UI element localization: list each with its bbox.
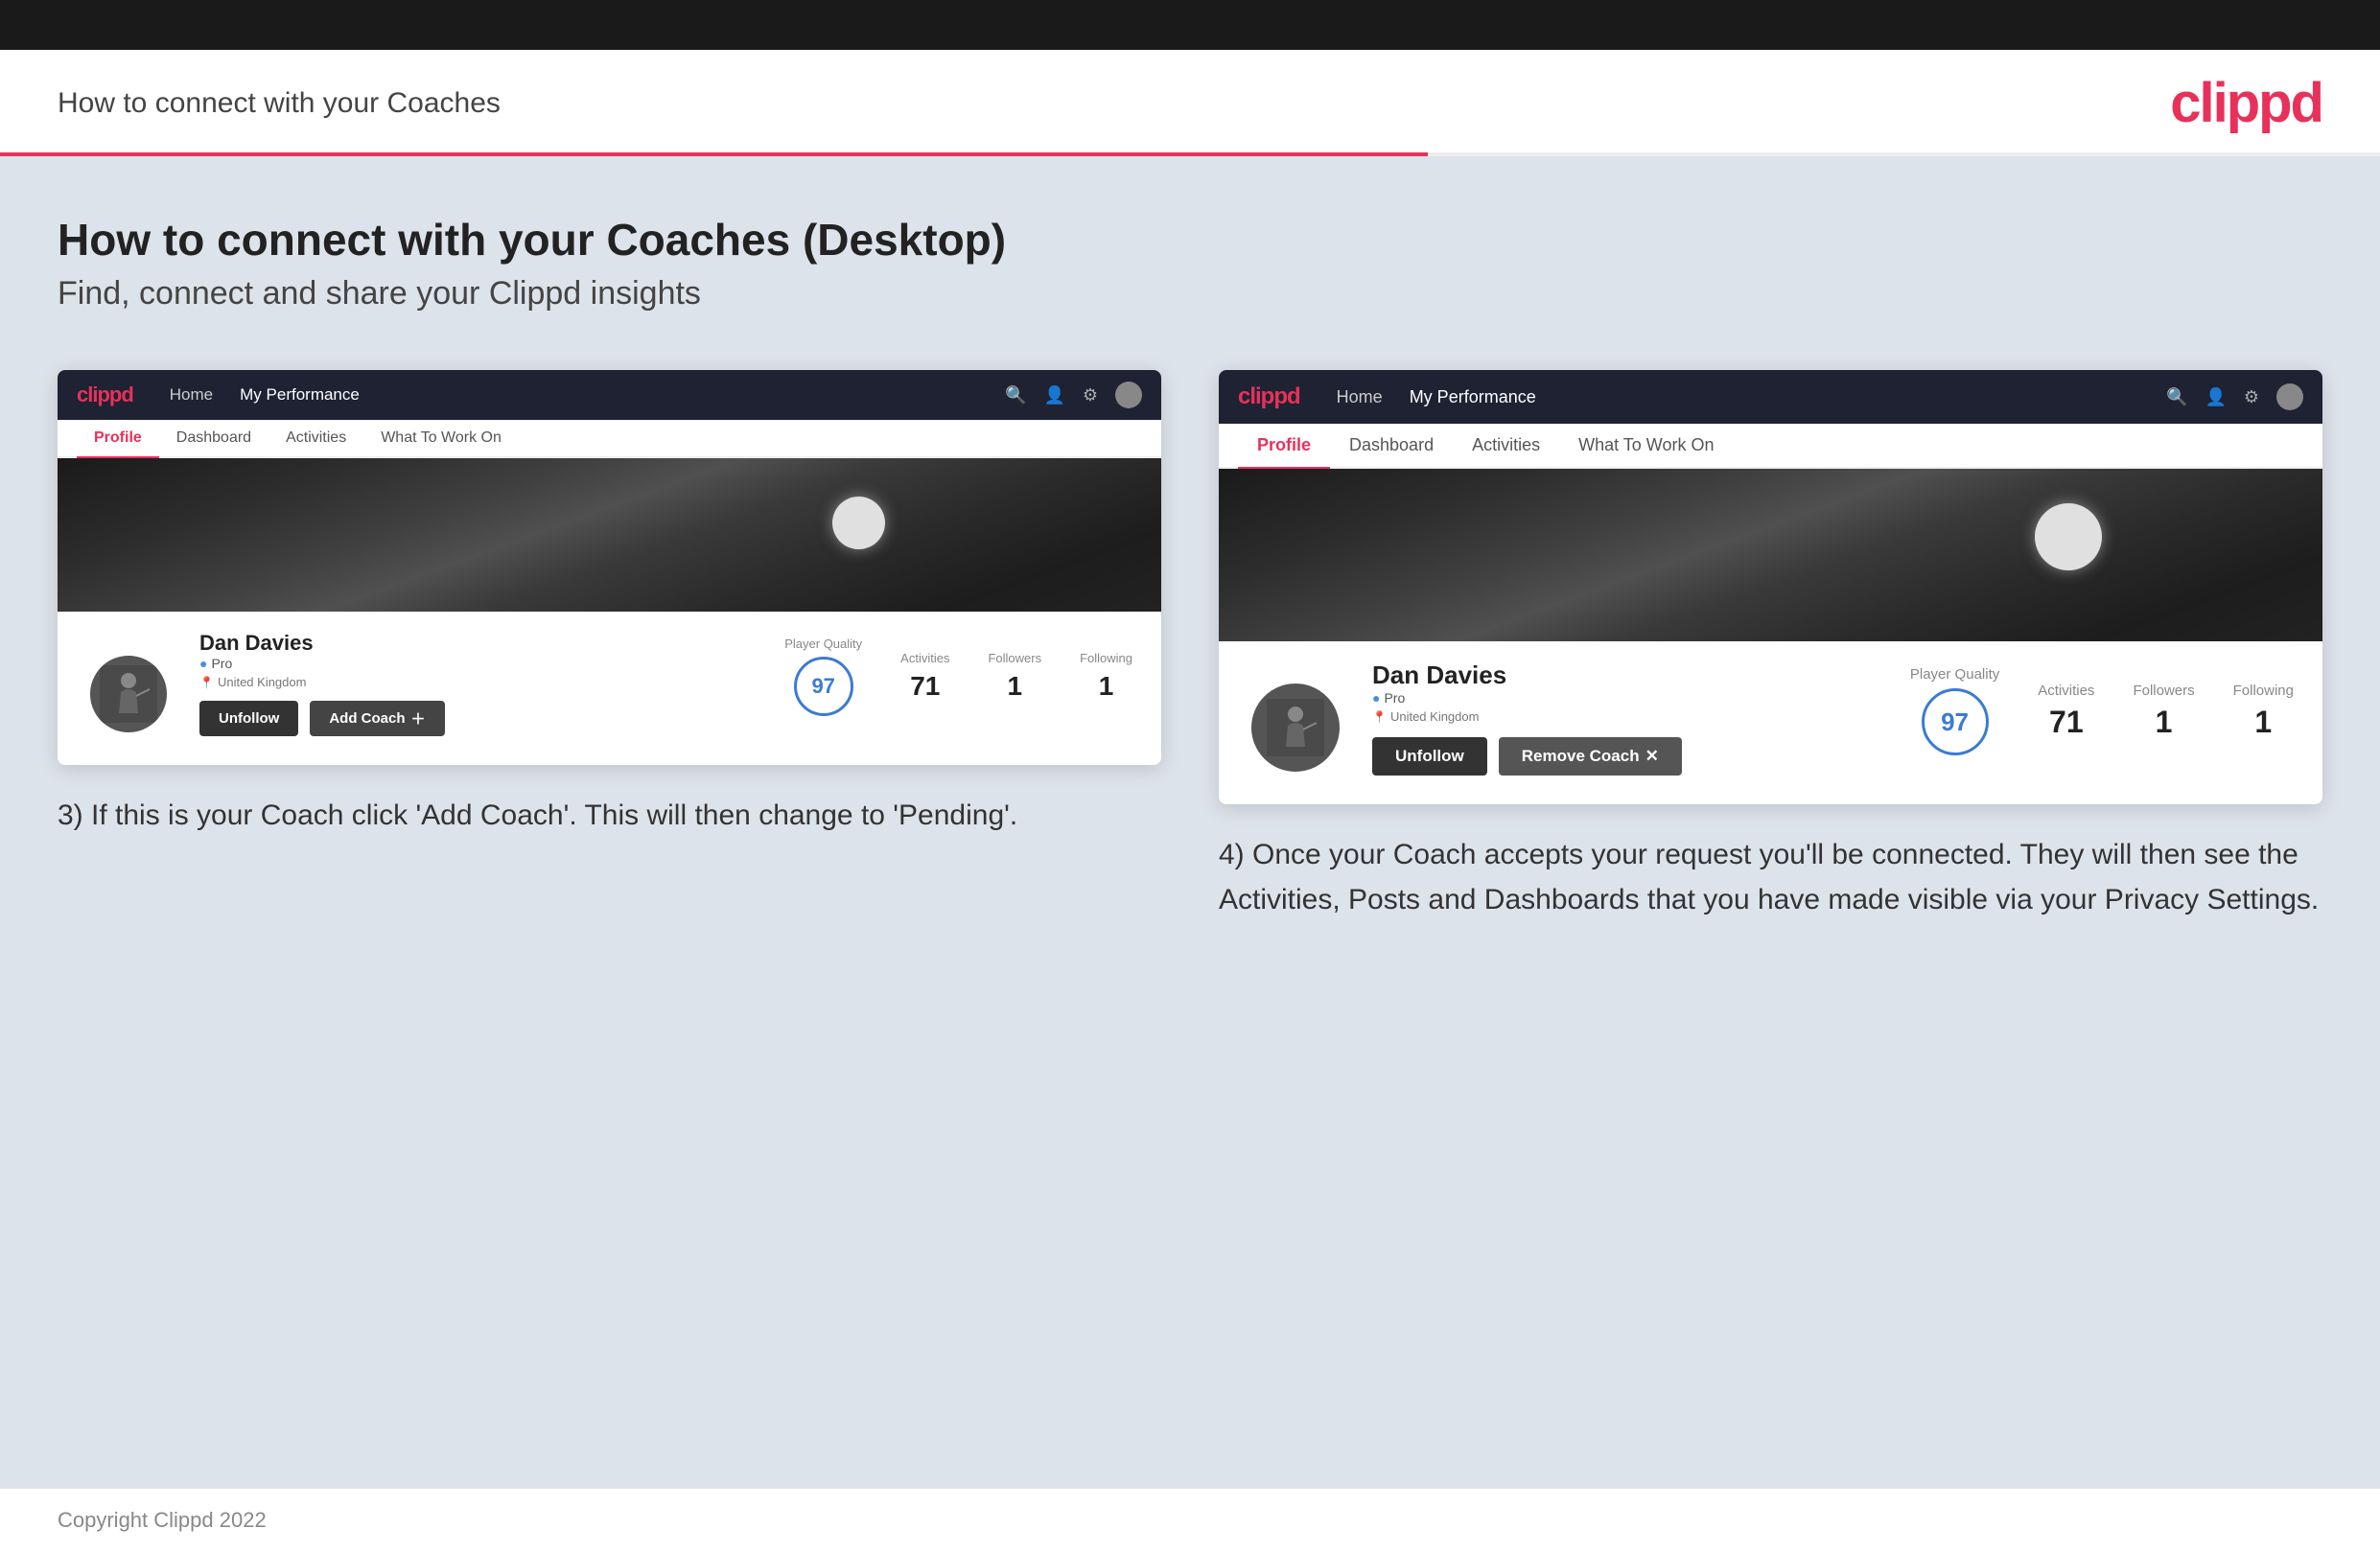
right-unfollow-button[interactable]: Unfollow [1372, 737, 1487, 776]
avatar[interactable] [1115, 382, 1142, 408]
tab-dashboard[interactable]: Dashboard [159, 420, 268, 458]
user-icon[interactable]: 👤 [1043, 385, 1064, 405]
right-mockup: clippd Home My Performance 🔍 👤 ⚙ Profile… [1219, 370, 2322, 804]
footer: Copyright Clippd 2022 [0, 1489, 2380, 1552]
left-user-info: Dan Davies ● Pro 📍 United Kingdom [199, 621, 445, 736]
left-actions: Unfollow Add Coach ＋ [199, 701, 445, 736]
right-profile-avatar [1248, 680, 1343, 776]
right-nav-performance[interactable]: My Performance [1410, 387, 1536, 407]
right-actions: Unfollow Remove Coach ✕ [1372, 737, 1682, 776]
left-mockup: clippd Home My Performance 🔍 👤 ⚙ Profile… [58, 370, 1161, 765]
right-search-icon[interactable]: 🔍 [2166, 387, 2187, 407]
banner-moon [832, 497, 885, 549]
right-tab-activities[interactable]: Activities [1453, 424, 1559, 469]
left-column: clippd Home My Performance 🔍 👤 ⚙ Profile… [58, 370, 1161, 839]
section-title: How to connect with your Coaches (Deskto… [58, 214, 2322, 266]
left-username: Dan Davies [199, 631, 445, 656]
left-badge: ● Pro [199, 656, 232, 671]
section-subtitle: Find, connect and share your Clippd insi… [58, 275, 2322, 313]
right-banner-moon [2035, 503, 2102, 570]
right-username: Dan Davies [1372, 660, 1682, 690]
right-quality-circle: 97 [1922, 688, 1989, 755]
right-stat-activities: Activities 71 [2038, 683, 2094, 740]
left-nav-performance[interactable]: My Performance [240, 385, 360, 405]
right-column: clippd Home My Performance 🔍 👤 ⚙ Profile… [1219, 370, 2322, 922]
left-caption: 3) If this is your Coach click 'Add Coac… [58, 794, 1161, 839]
tab-what-to-work-on[interactable]: What To Work On [363, 420, 519, 458]
add-coach-button[interactable]: Add Coach ＋ [310, 701, 444, 736]
right-bell-icon[interactable]: ⚙ [2244, 387, 2259, 407]
right-avatar[interactable] [2276, 383, 2303, 410]
right-avatar-wrap [1248, 680, 1343, 776]
right-mockup-logo: clippd [1238, 383, 1300, 410]
stat-followers: Followers 1 [988, 651, 1041, 702]
plus-icon: ＋ [411, 708, 426, 729]
right-stat-player-quality: Player Quality 97 [1910, 666, 1999, 755]
left-nav-home[interactable]: Home [170, 385, 213, 405]
top-bar [0, 0, 2380, 50]
left-mockup-tabs: Profile Dashboard Activities What To Wor… [58, 420, 1161, 458]
main-content: How to connect with your Coaches (Deskto… [0, 156, 2380, 1489]
right-mockup-profile: Dan Davies ● Pro 📍 United Kingdom [1219, 641, 2322, 804]
left-mockup-banner [58, 458, 1161, 612]
two-column-layout: clippd Home My Performance 🔍 👤 ⚙ Profile… [58, 370, 2322, 922]
right-tab-dashboard[interactable]: Dashboard [1330, 424, 1453, 469]
remove-coach-button[interactable]: Remove Coach ✕ [1499, 737, 1682, 776]
right-user-icon[interactable]: 👤 [2205, 387, 2226, 407]
left-mockup-logo: clippd [77, 382, 133, 407]
left-stats: Player Quality 97 Activities 71 Follower… [784, 621, 1132, 716]
right-mockup-nav: clippd Home My Performance 🔍 👤 ⚙ [1219, 370, 2322, 424]
right-tab-profile[interactable]: Profile [1238, 424, 1330, 469]
right-stats: Player Quality 97 Activities 71 Follower… [1910, 651, 2294, 755]
right-nav-home[interactable]: Home [1337, 387, 1383, 407]
right-tab-what-to-work-on[interactable]: What To Work On [1559, 424, 1733, 469]
stat-following: Following 1 [1080, 651, 1132, 702]
right-mockup-tabs: Profile Dashboard Activities What To Wor… [1219, 424, 2322, 469]
left-location: 📍 United Kingdom [199, 675, 445, 689]
copyright-text: Copyright Clippd 2022 [58, 1508, 267, 1532]
left-mockup-nav: clippd Home My Performance 🔍 👤 ⚙ [58, 370, 1161, 420]
right-mockup-banner [1219, 469, 2322, 641]
left-avatar [86, 652, 171, 736]
right-stat-following: Following 1 [2233, 683, 2294, 740]
right-location: 📍 United Kingdom [1372, 709, 1682, 724]
stat-activities: Activities 71 [900, 651, 949, 702]
banner-bg [58, 458, 1161, 612]
page-title: How to connect with your Coaches [58, 87, 501, 120]
right-caption: 4) Once your Coach accepts your request … [1219, 833, 2322, 922]
left-mockup-profile: Dan Davies ● Pro 📍 United Kingdom [58, 612, 1161, 765]
bell-icon[interactable]: ⚙ [1083, 385, 1098, 405]
header: How to connect with your Coaches clippd [0, 50, 2380, 135]
stat-player-quality: Player Quality 97 [784, 637, 862, 716]
tab-profile[interactable]: Profile [77, 420, 159, 458]
clippd-logo: clippd [2170, 71, 2322, 135]
left-nav-icons: 🔍 👤 ⚙ [1005, 382, 1142, 408]
close-icon: ✕ [1645, 747, 1659, 766]
right-nav-icons: 🔍 👤 ⚙ [2166, 383, 2303, 410]
left-avatar-wrap [86, 652, 171, 736]
unfollow-button[interactable]: Unfollow [199, 701, 298, 736]
right-user-info: Dan Davies ● Pro 📍 United Kingdom [1372, 651, 1682, 776]
search-icon[interactable]: 🔍 [1005, 385, 1026, 405]
right-stat-followers: Followers 1 [2133, 683, 2194, 740]
right-badge: ● Pro [1372, 690, 1405, 706]
right-banner-bg [1219, 469, 2322, 641]
quality-circle: 97 [794, 657, 853, 716]
tab-activities[interactable]: Activities [268, 420, 363, 458]
